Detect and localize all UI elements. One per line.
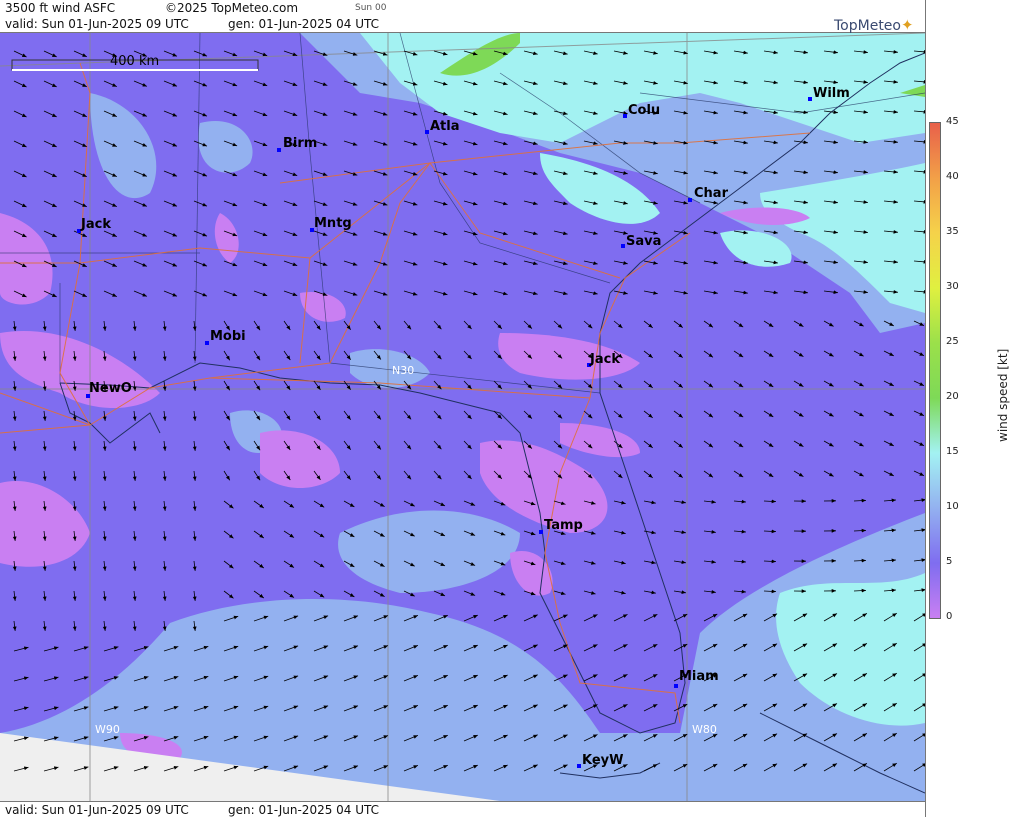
map-title: 3500 ft wind ASFC (5, 1, 115, 15)
colorbar-tick: 35 (946, 226, 959, 237)
legend-panel: 45 40 35 30 25 20 15 10 5 0 wind speed [kt] (925, 0, 1017, 817)
compass-icon: ✦ (901, 16, 914, 34)
city-columbia: Colu (628, 103, 660, 118)
city-birmingham: Birm (283, 136, 317, 151)
colorbar (929, 122, 941, 619)
day-label: Sun 00 (355, 3, 386, 13)
colorbar-tick: 30 (946, 281, 959, 292)
colorbar-tick: 25 (946, 336, 959, 347)
city-atlanta: Atla (430, 119, 460, 134)
colorbar-tick: 20 (946, 391, 959, 402)
colorbar-tick: 5 (946, 556, 952, 567)
topmeteo-logo[interactable]: TopMeteo✦ (834, 16, 914, 34)
city-jackson-ms: Jack (80, 217, 111, 232)
scale-label: 400 km (110, 54, 159, 69)
footer-generated-time: gen: 01-Jun-2025 04 UTC (228, 803, 379, 817)
city-mobile: Mobi (210, 329, 246, 344)
footer-bar: valid: Sun 01-Jun-2025 09 UTC gen: 01-Ju… (0, 801, 925, 818)
colorbar-tick: 45 (946, 116, 959, 127)
colorbar-tick: 0 (946, 611, 952, 622)
city-new-orleans: NewO (89, 381, 132, 396)
header-bar: 3500 ft wind ASFC ©2025 TopMeteo.com Sun… (0, 0, 925, 33)
copyright: ©2025 TopMeteo.com (165, 1, 298, 15)
generated-time: gen: 01-Jun-2025 04 UTC (228, 17, 379, 31)
footer-valid-time: valid: Sun 01-Jun-2025 09 UTC (5, 803, 189, 817)
city-key-west: KeyW (582, 753, 623, 768)
valid-time: valid: Sun 01-Jun-2025 09 UTC (5, 17, 189, 31)
colorbar-label: wind speed [kt] (996, 349, 1010, 442)
city-savannah: Sava (626, 234, 661, 249)
city-charleston: Char (694, 186, 729, 201)
map-canvas: 400 km N30 W90 W80 Birm Atla Colu Wilm J… (0, 33, 925, 801)
city-miami: Miam (679, 669, 719, 684)
colorbar-tick: 15 (946, 446, 959, 457)
colorbar-tick: 10 (946, 501, 959, 512)
city-montgomery: Mntg (314, 216, 352, 231)
lon-label-w90: W90 (95, 723, 120, 736)
city-wilmington: Wilm (813, 86, 850, 101)
colorbar-tick: 40 (946, 171, 959, 182)
city-tampa: Tamp (544, 518, 583, 533)
lat-label-n30: N30 (392, 364, 414, 377)
wind-map[interactable]: 400 km N30 W90 W80 Birm Atla Colu Wilm J… (0, 33, 925, 801)
lon-label-w80: W80 (692, 723, 717, 736)
city-jacksonville: Jack (589, 352, 620, 367)
